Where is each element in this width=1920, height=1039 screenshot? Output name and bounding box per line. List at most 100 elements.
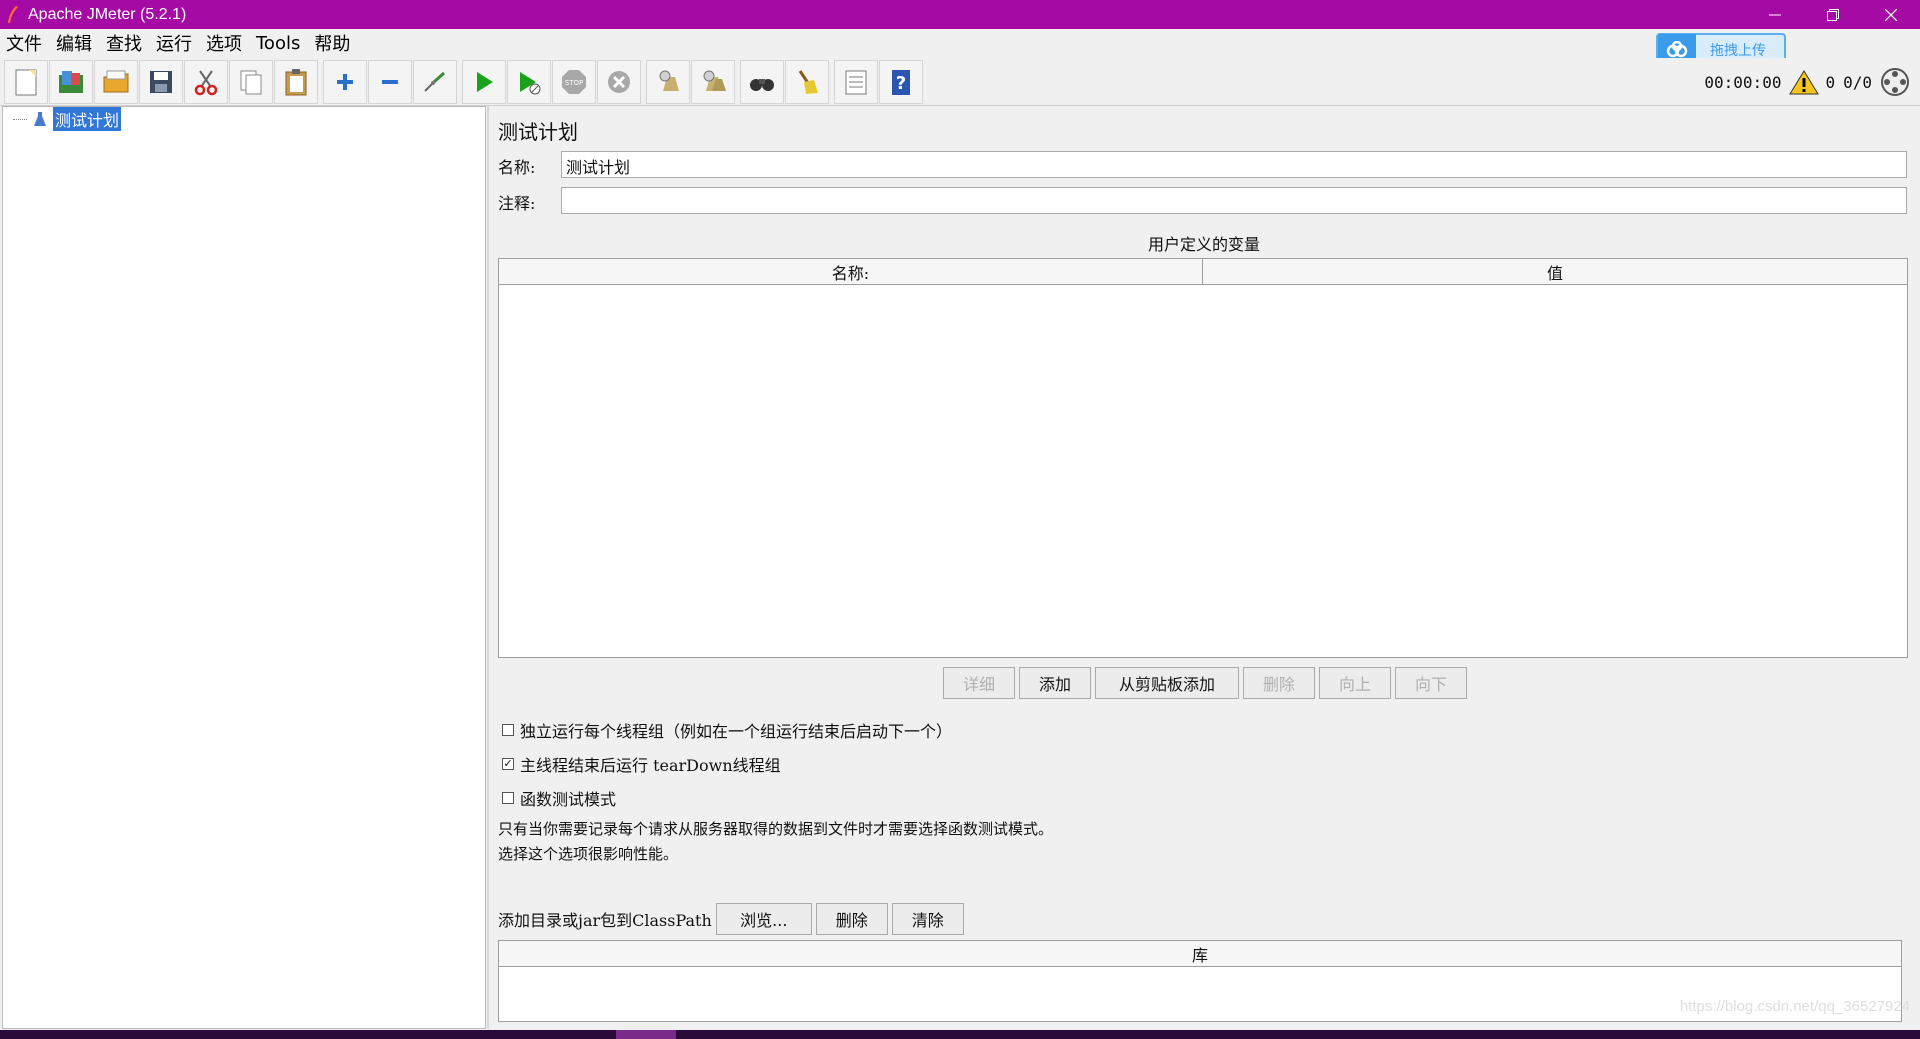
function-helper-button[interactable]	[834, 59, 878, 104]
active-threads: 0/0	[1843, 72, 1872, 92]
column-header-library[interactable]: 库	[499, 941, 1901, 966]
close-icon	[1885, 8, 1897, 21]
add-from-clipboard-button[interactable]: 从剪贴板添加	[1095, 667, 1239, 699]
test-plan-icon	[34, 112, 46, 126]
clear-button[interactable]	[646, 59, 690, 104]
menu-file[interactable]: 文件	[6, 30, 42, 56]
menu-tools[interactable]: Tools	[256, 33, 300, 54]
collapse-all-button[interactable]	[368, 59, 412, 104]
new-button[interactable]	[4, 59, 48, 104]
menu-options[interactable]: 选项	[206, 30, 242, 56]
move-down-button[interactable]: 向下	[1395, 667, 1467, 699]
templates-button[interactable]	[49, 59, 93, 104]
start-icon	[477, 71, 493, 92]
function-helper-icon	[845, 70, 867, 94]
broom-icon	[798, 69, 818, 94]
toggle-button[interactable]	[413, 59, 457, 104]
menu-run[interactable]: 运行	[156, 30, 192, 56]
menu-search[interactable]: 查找	[106, 30, 142, 56]
test-tree: 测试计划	[2, 106, 486, 1029]
minimize-icon	[1769, 14, 1781, 15]
svg-text:?: ?	[896, 73, 906, 94]
taskbar-active-app[interactable]	[616, 1030, 676, 1039]
svg-text:STOP: STOP	[565, 79, 583, 87]
start-no-pauses-button[interactable]	[507, 59, 551, 104]
comment-label: 注释:	[498, 194, 536, 213]
minimize-button[interactable]	[1746, 0, 1804, 29]
clear-icon	[659, 70, 679, 91]
functional-mode-label: 函数测试模式	[520, 790, 617, 809]
classpath-clear-button[interactable]: 清除	[891, 903, 964, 935]
upload-label: 拖拽上传	[1710, 43, 1766, 59]
save-button[interactable]	[139, 59, 183, 104]
functional-mode-checkbox[interactable]	[502, 792, 514, 804]
stop-icon: STOP	[562, 69, 586, 94]
binoculars-icon	[750, 78, 774, 91]
independent-threads-label: 独立运行每个线程组（例如在一个组运行结束后启动下一个）	[520, 722, 953, 741]
variables-button-row: 详细 添加 从剪贴板添加 删除 向上 向下	[943, 667, 1471, 699]
taskbar	[0, 1030, 1920, 1039]
clear-all-button[interactable]	[691, 59, 735, 104]
copy-button[interactable]	[229, 59, 273, 104]
close-button[interactable]	[1862, 0, 1920, 29]
open-icon	[103, 70, 129, 92]
tree-node-label: 测试计划	[53, 107, 122, 131]
tree-node-test-plan[interactable]: 测试计划	[13, 107, 122, 131]
title-bar: Apache JMeter (5.2.1)	[0, 0, 1920, 29]
move-up-button[interactable]: 向上	[1319, 667, 1391, 699]
shutdown-button[interactable]	[597, 59, 641, 104]
classpath-label: 添加目录或jar包到ClassPath	[498, 911, 712, 930]
search-button[interactable]	[740, 59, 784, 104]
delete-button[interactable]: 删除	[1243, 667, 1315, 699]
expand-icon	[337, 73, 353, 90]
shutdown-icon	[608, 70, 630, 93]
name-label: 名称:	[498, 158, 536, 177]
elapsed-timer: 00:00:00	[1704, 72, 1782, 92]
help-icon: ?	[892, 69, 910, 95]
column-header-name[interactable]: 名称:	[499, 259, 1203, 284]
cut-button[interactable]	[184, 59, 228, 104]
restore-button[interactable]	[1804, 0, 1862, 29]
expand-all-button[interactable]	[323, 59, 367, 104]
user-variables-title: 用户定义的变量	[1147, 235, 1260, 254]
reset-search-button[interactable]	[785, 59, 829, 104]
collapse-icon	[382, 79, 398, 84]
open-button[interactable]	[94, 59, 138, 104]
clear-all-icon	[703, 70, 726, 91]
name-input[interactable]: 测试计划	[561, 151, 1907, 178]
status-area: 00:00:00 0 0/0	[1704, 62, 1910, 102]
copy-icon	[240, 70, 262, 94]
column-header-value[interactable]: 值	[1203, 259, 1907, 284]
detail-button[interactable]: 详细	[943, 667, 1015, 699]
independent-threads-checkbox[interactable]	[502, 724, 514, 736]
window-title: Apache JMeter (5.2.1)	[28, 5, 187, 23]
functional-mode-option[interactable]: 函数测试模式	[502, 786, 616, 810]
teardown-label: 主线程结束后运行 tearDown线程组	[520, 756, 781, 775]
menu-edit[interactable]: 编辑	[56, 30, 92, 56]
menu-bar: 文件 编辑 查找 运行 选项 Tools 帮助	[0, 29, 1920, 57]
cut-icon	[194, 69, 218, 95]
teardown-checkbox[interactable]: ✓	[502, 758, 514, 770]
start-button[interactable]	[462, 59, 506, 104]
warning-icon[interactable]	[1789, 69, 1820, 95]
functional-mode-note-2: 选择这个选项很影响性能。	[498, 845, 679, 863]
help-button[interactable]: ?	[879, 59, 923, 104]
teardown-option[interactable]: ✓ 主线程结束后运行 tearDown线程组	[502, 752, 781, 776]
toolbar: STOP ?	[0, 58, 1920, 106]
add-button[interactable]: 添加	[1019, 667, 1091, 699]
browse-button[interactable]: 浏览...	[715, 903, 812, 935]
restore-icon	[1827, 8, 1839, 21]
comment-input[interactable]	[561, 187, 1907, 214]
test-plan-editor: 测试计划 名称: 测试计划 注释: 用户定义的变量 名称: 值 详细 添加 从剪…	[490, 106, 1920, 1029]
classpath-delete-button[interactable]: 删除	[815, 903, 888, 935]
independent-threads-option[interactable]: 独立运行每个线程组（例如在一个组运行结束后启动下一个）	[502, 718, 952, 742]
warning-count: 0	[1825, 72, 1836, 92]
split-pane-divider[interactable]	[487, 106, 489, 1029]
stop-button[interactable]: STOP	[552, 59, 596, 104]
menu-help[interactable]: 帮助	[314, 30, 350, 56]
remote-status-icon	[1881, 68, 1909, 96]
start-no-pause-icon	[520, 71, 541, 94]
new-icon	[15, 69, 37, 95]
user-variables-table: 名称: 值	[498, 258, 1908, 658]
paste-button[interactable]	[274, 59, 318, 104]
